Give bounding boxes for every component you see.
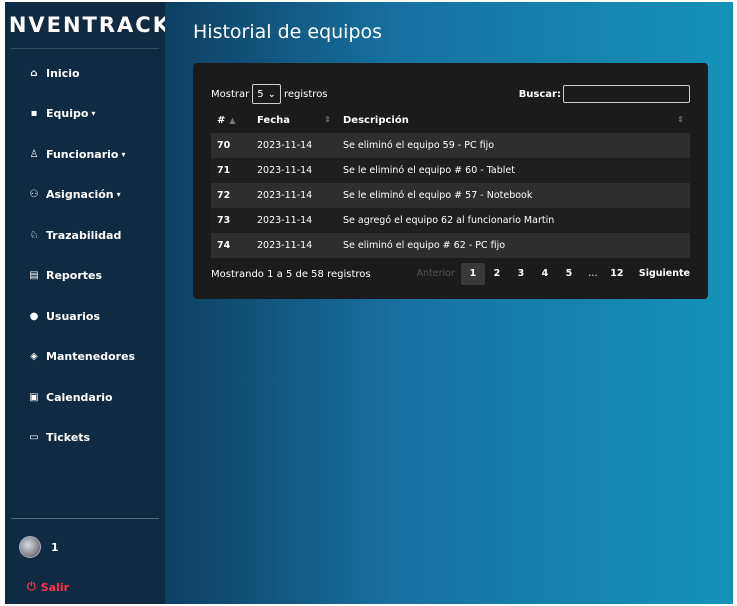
logout-button[interactable]: ⏻ Salir: [5, 567, 165, 604]
sidebar-divider: [11, 518, 159, 519]
sidebar-item-label: Tickets: [46, 431, 91, 445]
sidebar-item-label: Reportes: [46, 269, 103, 283]
cell-id: 70: [217, 140, 231, 151]
app-frame: INVENTRACK ⌂ Inicio ▪ Equipo ▾ ♙ Funcion…: [5, 2, 733, 604]
avatar: [19, 536, 41, 558]
person-icon: ♙: [29, 148, 39, 160]
sidebar-item-trazabilidad[interactable]: ♘ Trazabilidad: [5, 215, 165, 256]
pagination-page-12[interactable]: 12: [605, 263, 629, 285]
cell-id: 71: [217, 165, 231, 176]
sidebar-item-label: Inicio: [46, 66, 80, 80]
box-icon: ◈: [30, 351, 38, 363]
people-icon: ⚇: [29, 189, 39, 201]
sidebar-item-asignacion[interactable]: ⚇ Asignación ▾: [5, 175, 165, 216]
pagination-page-2[interactable]: 2: [485, 263, 509, 285]
ticket-icon: ▭: [29, 432, 39, 444]
sidebar-item-label: Trazabilidad: [46, 228, 122, 242]
sidebar-item-calendario[interactable]: ▣ Calendario: [5, 377, 165, 418]
sidebar-item-inicio[interactable]: ⌂ Inicio: [5, 53, 165, 94]
person-outline-icon: ♘: [29, 229, 39, 241]
table-header-row: # ▲ Fecha ⇕ Descripción ⇕: [211, 107, 690, 133]
pagination-page-4[interactable]: 4: [533, 263, 557, 285]
show-label: Mostrar: [211, 88, 250, 100]
user-profile[interactable]: 1: [5, 527, 165, 567]
sidebar-item-label: Calendario: [46, 390, 113, 404]
page-length-control: Mostrar 5 ⌄ registros: [211, 84, 328, 104]
sidebar: INVENTRACK ⌂ Inicio ▪ Equipo ▾ ♙ Funcion…: [5, 2, 169, 604]
table-row: 70 2023-11-14 Se eliminó el equipo 59 - …: [211, 133, 690, 158]
table-row: 71 2023-11-14 Se le eliminó el equipo # …: [211, 158, 690, 183]
page-title: Historial de equipos: [193, 21, 383, 43]
pagination-previous[interactable]: Anterior: [411, 263, 461, 285]
cell-date: 2023-11-14: [257, 190, 313, 201]
column-header-id[interactable]: # ▲: [211, 107, 251, 133]
table-footer: Mostrando 1 a 5 de 58 registros Anterior…: [211, 263, 690, 285]
sort-icon: ⇕: [324, 114, 331, 124]
pagination-page-5[interactable]: 5: [557, 263, 581, 285]
brand-logo[interactable]: INVENTRACK: [5, 2, 169, 48]
cell-description: Se le eliminó el equipo # 57 - Notebook: [343, 190, 533, 201]
column-header-fecha[interactable]: Fecha ⇕: [251, 107, 337, 133]
sidebar-item-tickets[interactable]: ▭ Tickets: [5, 418, 165, 459]
calendar-icon: ▣: [29, 391, 39, 403]
search-label: Buscar:: [518, 88, 561, 100]
cell-date: 2023-11-14: [257, 165, 313, 176]
table-row: 74 2023-11-14 Se eliminó el equipo # 62 …: [211, 233, 690, 258]
device-icon: ▪: [30, 108, 38, 120]
sidebar-item-label: Usuarios: [46, 309, 101, 323]
column-header-descripcion[interactable]: Descripción ⇕: [337, 107, 690, 133]
pagination-next[interactable]: Siguiente: [629, 263, 690, 285]
chevron-down-icon: ▾: [116, 190, 121, 200]
page-length-select[interactable]: 5 ⌄: [252, 84, 281, 104]
user-name: 1: [51, 540, 59, 554]
history-table: #▲ Fecha⇕ Descripción⇕ 70 2023-11-14: [211, 107, 690, 258]
sidebar-item-label: Mantenedores: [46, 350, 136, 364]
records-label: registros: [284, 88, 328, 100]
sidebar-item-label: Funcionario: [46, 147, 119, 161]
main-content: Historial de equipos Mostrar 5 ⌄ registr…: [165, 2, 733, 604]
sidebar-item-reportes[interactable]: ▤ Reportes: [5, 256, 165, 297]
sidebar-item-label: Equipo: [46, 107, 89, 121]
table-controls: Mostrar 5 ⌄ registros Buscar:: [211, 83, 690, 105]
pagination-page-1[interactable]: 1: [460, 263, 485, 285]
cell-id: 72: [217, 190, 231, 201]
chevron-down-icon: ▾: [121, 149, 126, 159]
table-row: 72 2023-11-14 Se le eliminó el equipo # …: [211, 183, 690, 208]
cell-description: Se eliminó el equipo # 62 - PC fijo: [343, 240, 506, 251]
search-input[interactable]: [563, 85, 690, 103]
sidebar-item-mantenedores[interactable]: ◈ Mantenedores: [5, 337, 165, 378]
sidebar-item-usuarios[interactable]: ● Usuarios: [5, 296, 165, 337]
cell-description: Se agregó el equipo 62 al funcionario Ma…: [343, 215, 555, 226]
table-info: Mostrando 1 a 5 de 58 registros: [211, 268, 371, 280]
cell-date: 2023-11-14: [257, 215, 313, 226]
document-icon: ▤: [29, 270, 39, 282]
search-control: Buscar:: [519, 85, 690, 103]
pagination-page-3[interactable]: 3: [509, 263, 533, 285]
pagination: Anterior 1 2 3 4 5 … 12 Siguiente: [411, 263, 690, 285]
history-table-card: Mostrar 5 ⌄ registros Buscar: # ▲ Fecha …: [193, 63, 708, 299]
cell-id: 74: [217, 240, 231, 251]
cell-description: Se eliminó el equipo 59 - PC fijo: [343, 140, 495, 151]
cell-date: 2023-11-14: [257, 240, 313, 251]
logout-label: Salir: [40, 580, 70, 594]
cell-date: 2023-11-14: [257, 140, 313, 151]
table-row: 73 2023-11-14 Se agregó el equipo 62 al …: [211, 208, 690, 233]
power-icon: ⏻: [27, 580, 36, 593]
sidebar-footer: 1 ⏻ Salir: [5, 518, 165, 604]
sort-icon: ⇕: [677, 114, 684, 124]
page-length-value: 5: [257, 88, 264, 100]
user-icon: ●: [29, 310, 39, 322]
chevron-down-icon: ⌄: [267, 88, 276, 100]
chevron-down-icon: ▾: [91, 109, 96, 119]
cell-id: 73: [217, 215, 231, 226]
sidebar-nav: ⌂ Inicio ▪ Equipo ▾ ♙ Funcionario ▾ ⚇ As…: [5, 53, 165, 458]
pagination-ellipsis: …: [588, 268, 598, 279]
cell-description: Se le eliminó el equipo # 60 - Tablet: [343, 165, 515, 176]
sidebar-divider: [11, 48, 159, 49]
sidebar-item-label: Asignación: [46, 188, 114, 202]
sort-asc-icon: ▲: [229, 115, 236, 125]
sidebar-item-equipo[interactable]: ▪ Equipo ▾: [5, 94, 165, 135]
sidebar-item-funcionario[interactable]: ♙ Funcionario ▾: [5, 134, 165, 175]
home-icon: ⌂: [30, 67, 38, 79]
